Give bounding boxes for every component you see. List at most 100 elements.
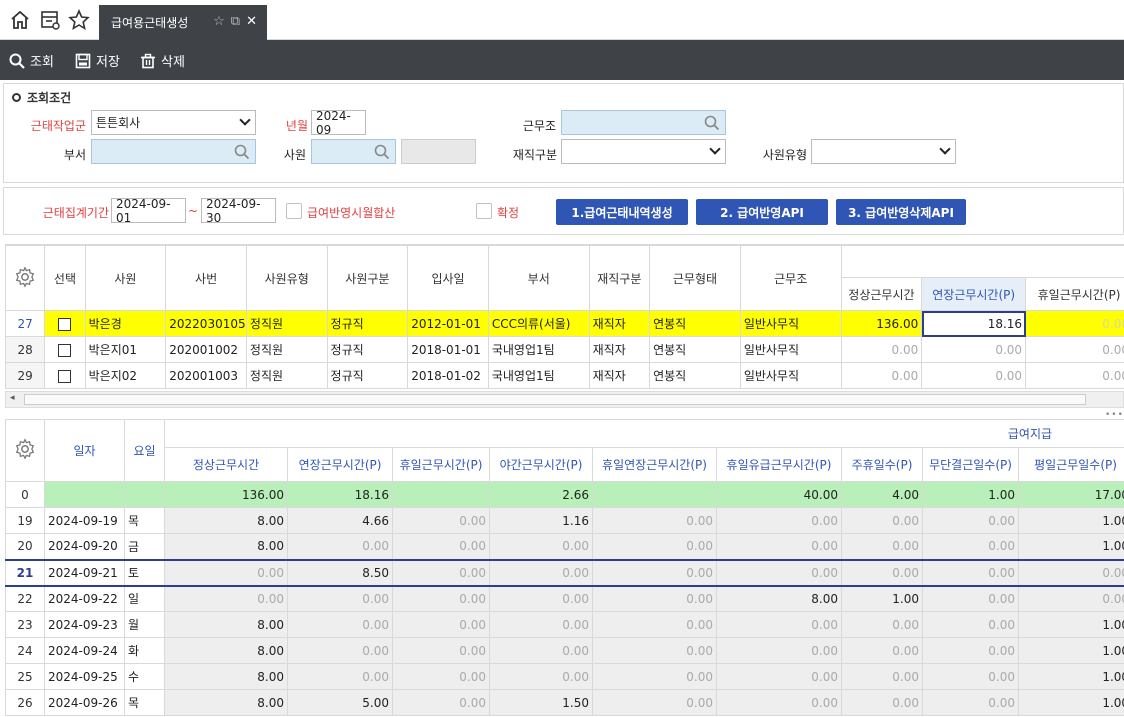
col-header-employee[interactable]: 사원 — [84, 245, 167, 311]
cell-shift[interactable]: 일반사무직 — [739, 310, 842, 337]
cell-join-date[interactable]: 2018-01-02 — [407, 362, 489, 389]
grid-settings-cell[interactable] — [5, 245, 46, 311]
cell-date[interactable] — [44, 481, 125, 508]
home-icon[interactable] — [8, 8, 32, 32]
cell-holiday-paid[interactable]: 0.00 — [716, 689, 842, 716]
cell-absence[interactable]: 0.00 — [922, 637, 1019, 664]
cell-shift[interactable]: 일반사무직 — [739, 362, 842, 389]
cell-holiday[interactable]: 0.00 — [392, 637, 490, 664]
cell-weekday-days[interactable]: 1.00 — [1017, 507, 1124, 534]
year-month-input[interactable]: 2024-09 — [311, 109, 366, 137]
cell-holiday-overtime[interactable]: 0.00 — [592, 611, 717, 638]
cell-work-form[interactable]: 연봉직 — [649, 362, 741, 389]
col-header-emp-category[interactable]: 사원구분 — [326, 245, 409, 311]
cell-absence[interactable]: 0.00 — [922, 663, 1019, 690]
row-checkbox-cell[interactable] — [44, 310, 86, 337]
cell-overtime[interactable]: 0.00 — [287, 637, 393, 664]
row-checkbox[interactable] — [58, 343, 72, 357]
cell-date[interactable]: 2024-09-25 — [44, 663, 125, 690]
cell-name[interactable]: 박은지02 — [84, 362, 167, 389]
cell-overtime[interactable]: 0.00 — [921, 336, 1027, 363]
cell-weekday-days[interactable]: 0.00 — [1017, 585, 1124, 612]
col-header-weekday-days[interactable]: 평일근무일수(P) — [1017, 447, 1124, 482]
cell-normal[interactable]: 8.00 — [164, 533, 288, 560]
cell-weekday-days[interactable]: 1.00 — [1017, 533, 1124, 560]
cell-absence[interactable]: 0.00 — [922, 689, 1019, 716]
cell-absence[interactable]: 0.00 — [922, 611, 1019, 638]
tab-payroll-attendance[interactable]: 급여용근태생성 ☆ ⧉ ✕ — [99, 5, 267, 40]
cell-holiday-overtime[interactable]: 0.00 — [592, 585, 717, 612]
period-end-input[interactable]: 2024-09-30 — [201, 197, 276, 225]
summary-row[interactable]: 0 136.0018.16 2.66 40.004.001.0017.00 — [5, 481, 1124, 508]
cell-holiday-paid[interactable]: 0.00 — [716, 558, 842, 587]
cell-overtime[interactable]: 0.00 — [287, 533, 393, 560]
cell-normal[interactable]: 136.00 — [840, 310, 923, 337]
col-header-overtime[interactable]: 연장근무시간(P) — [287, 447, 393, 482]
window-list-icon[interactable] — [38, 8, 62, 32]
cell-weekday-days[interactable]: 1.00 — [1017, 637, 1124, 664]
period-start-input[interactable]: 2024-09-01 — [111, 197, 186, 225]
cell-absence[interactable]: 0.00 — [922, 585, 1019, 612]
department-field[interactable] — [91, 139, 256, 164]
col-header-emp-no[interactable]: 사번 — [165, 245, 247, 311]
table-row[interactable]: 26 2024-09-26 목 8.00 5.00 0.00 1.50 0.00 0.00 0.0… — [5, 689, 1124, 716]
cell-night[interactable]: 0.00 — [489, 533, 593, 560]
table-row[interactable]: 29 박은지02 202001003 정직원 정규직 2018-01-02 국내… — [5, 362, 1124, 389]
employment-status-select[interactable] — [561, 139, 726, 164]
col-header-normal-hours[interactable]: 정상근무시간 — [164, 447, 288, 482]
generate-attendance-button[interactable]: 1.급여근태내역생성 — [556, 199, 688, 225]
table-row[interactable]: 20 2024-09-20 금 8.00 0.00 0.00 0.00 0.00 0.00 0.0… — [5, 533, 1124, 560]
cell-join-date[interactable]: 2018-01-01 — [407, 336, 489, 363]
cell-date[interactable]: 2024-09-19 — [44, 507, 125, 534]
cell-category[interactable]: 정규직 — [326, 362, 409, 389]
cell-day[interactable]: 목 — [124, 689, 165, 716]
cell-type[interactable]: 정직원 — [245, 336, 328, 363]
cell-normal[interactable]: 8.00 — [164, 637, 288, 664]
col-header-work-form[interactable]: 근무형태 — [649, 245, 741, 311]
cell-holiday-paid[interactable]: 8.00 — [716, 585, 842, 612]
cell-holiday-paid[interactable]: 0.00 — [716, 611, 842, 638]
cell-weekly-holiday[interactable]: 4.00 — [841, 481, 923, 508]
cell-normal[interactable]: 8.00 — [164, 507, 288, 534]
row-checkbox-cell[interactable] — [44, 336, 86, 363]
cell-emp-no[interactable]: 2022030105 — [165, 310, 247, 337]
cell-weekly-holiday[interactable]: 1.00 — [841, 585, 923, 612]
cell-join-date[interactable]: 2012-01-01 — [407, 310, 489, 337]
table-row[interactable]: 23 2024-09-23 월 8.00 0.00 0.00 0.00 0.00 0.00 0.0… — [5, 611, 1124, 638]
cell-normal[interactable]: 8.00 — [164, 689, 288, 716]
apply-payroll-api-button[interactable]: 2. 급여반영API — [696, 199, 828, 225]
cell-overtime[interactable]: 0.00 — [287, 663, 393, 690]
cell-date[interactable]: 2024-09-21 — [44, 558, 125, 587]
cell-weekly-holiday[interactable]: 0.00 — [841, 663, 923, 690]
cell-overtime[interactable]: 5.00 — [287, 689, 393, 716]
tab-close-icon[interactable]: ✕ — [246, 14, 257, 29]
table-row[interactable]: 19 2024-09-19 목 8.00 4.66 0.00 1.16 0.00 0.00 0.0… — [5, 507, 1124, 534]
cell-holiday[interactable] — [392, 481, 490, 508]
cell-day[interactable]: 목 — [124, 507, 165, 534]
scroll-left-icon[interactable]: ◂ — [10, 393, 15, 403]
cell-day[interactable]: 화 — [124, 637, 165, 664]
cell-day[interactable]: 수 — [124, 663, 165, 690]
cell-overtime[interactable]: 8.50 — [287, 558, 393, 587]
cell-holiday[interactable]: 0.00 — [392, 558, 490, 587]
cell-day[interactable]: 토 — [124, 558, 165, 587]
table-row[interactable]: 25 2024-09-25 수 8.00 0.00 0.00 0.00 0.00 0.00 0.0… — [5, 663, 1124, 690]
work-shift-field[interactable] — [561, 110, 726, 135]
table-row[interactable]: 28 박은지01 202001002 정직원 정규직 2018-01-01 국내… — [5, 336, 1124, 363]
cell-absence[interactable]: 0.00 — [922, 533, 1019, 560]
cell-dept[interactable]: CCC의류(서울) — [487, 310, 590, 337]
col-header-holiday[interactable]: 휴일근무시간(P) — [1025, 277, 1124, 311]
col-header-weekly-holiday[interactable]: 주휴일수(P) — [841, 447, 923, 482]
cell-normal[interactable]: 8.00 — [164, 663, 288, 690]
cell-day[interactable] — [124, 481, 165, 508]
cell-overtime[interactable]: 4.66 — [287, 507, 393, 534]
grid-settings-cell[interactable] — [5, 419, 45, 482]
cell-overtime[interactable]: 0.00 — [921, 362, 1027, 389]
search-icon[interactable] — [234, 144, 250, 160]
col-header-department[interactable]: 부서 — [487, 245, 590, 311]
cell-name[interactable]: 박은경 — [84, 310, 167, 337]
favorite-star-icon[interactable] — [67, 8, 91, 32]
tab-popout-icon[interactable]: ⧉ — [231, 14, 240, 29]
cell-overtime[interactable]: 18.16 — [287, 481, 393, 508]
col-header-join-date[interactable]: 입사일 — [407, 245, 489, 311]
